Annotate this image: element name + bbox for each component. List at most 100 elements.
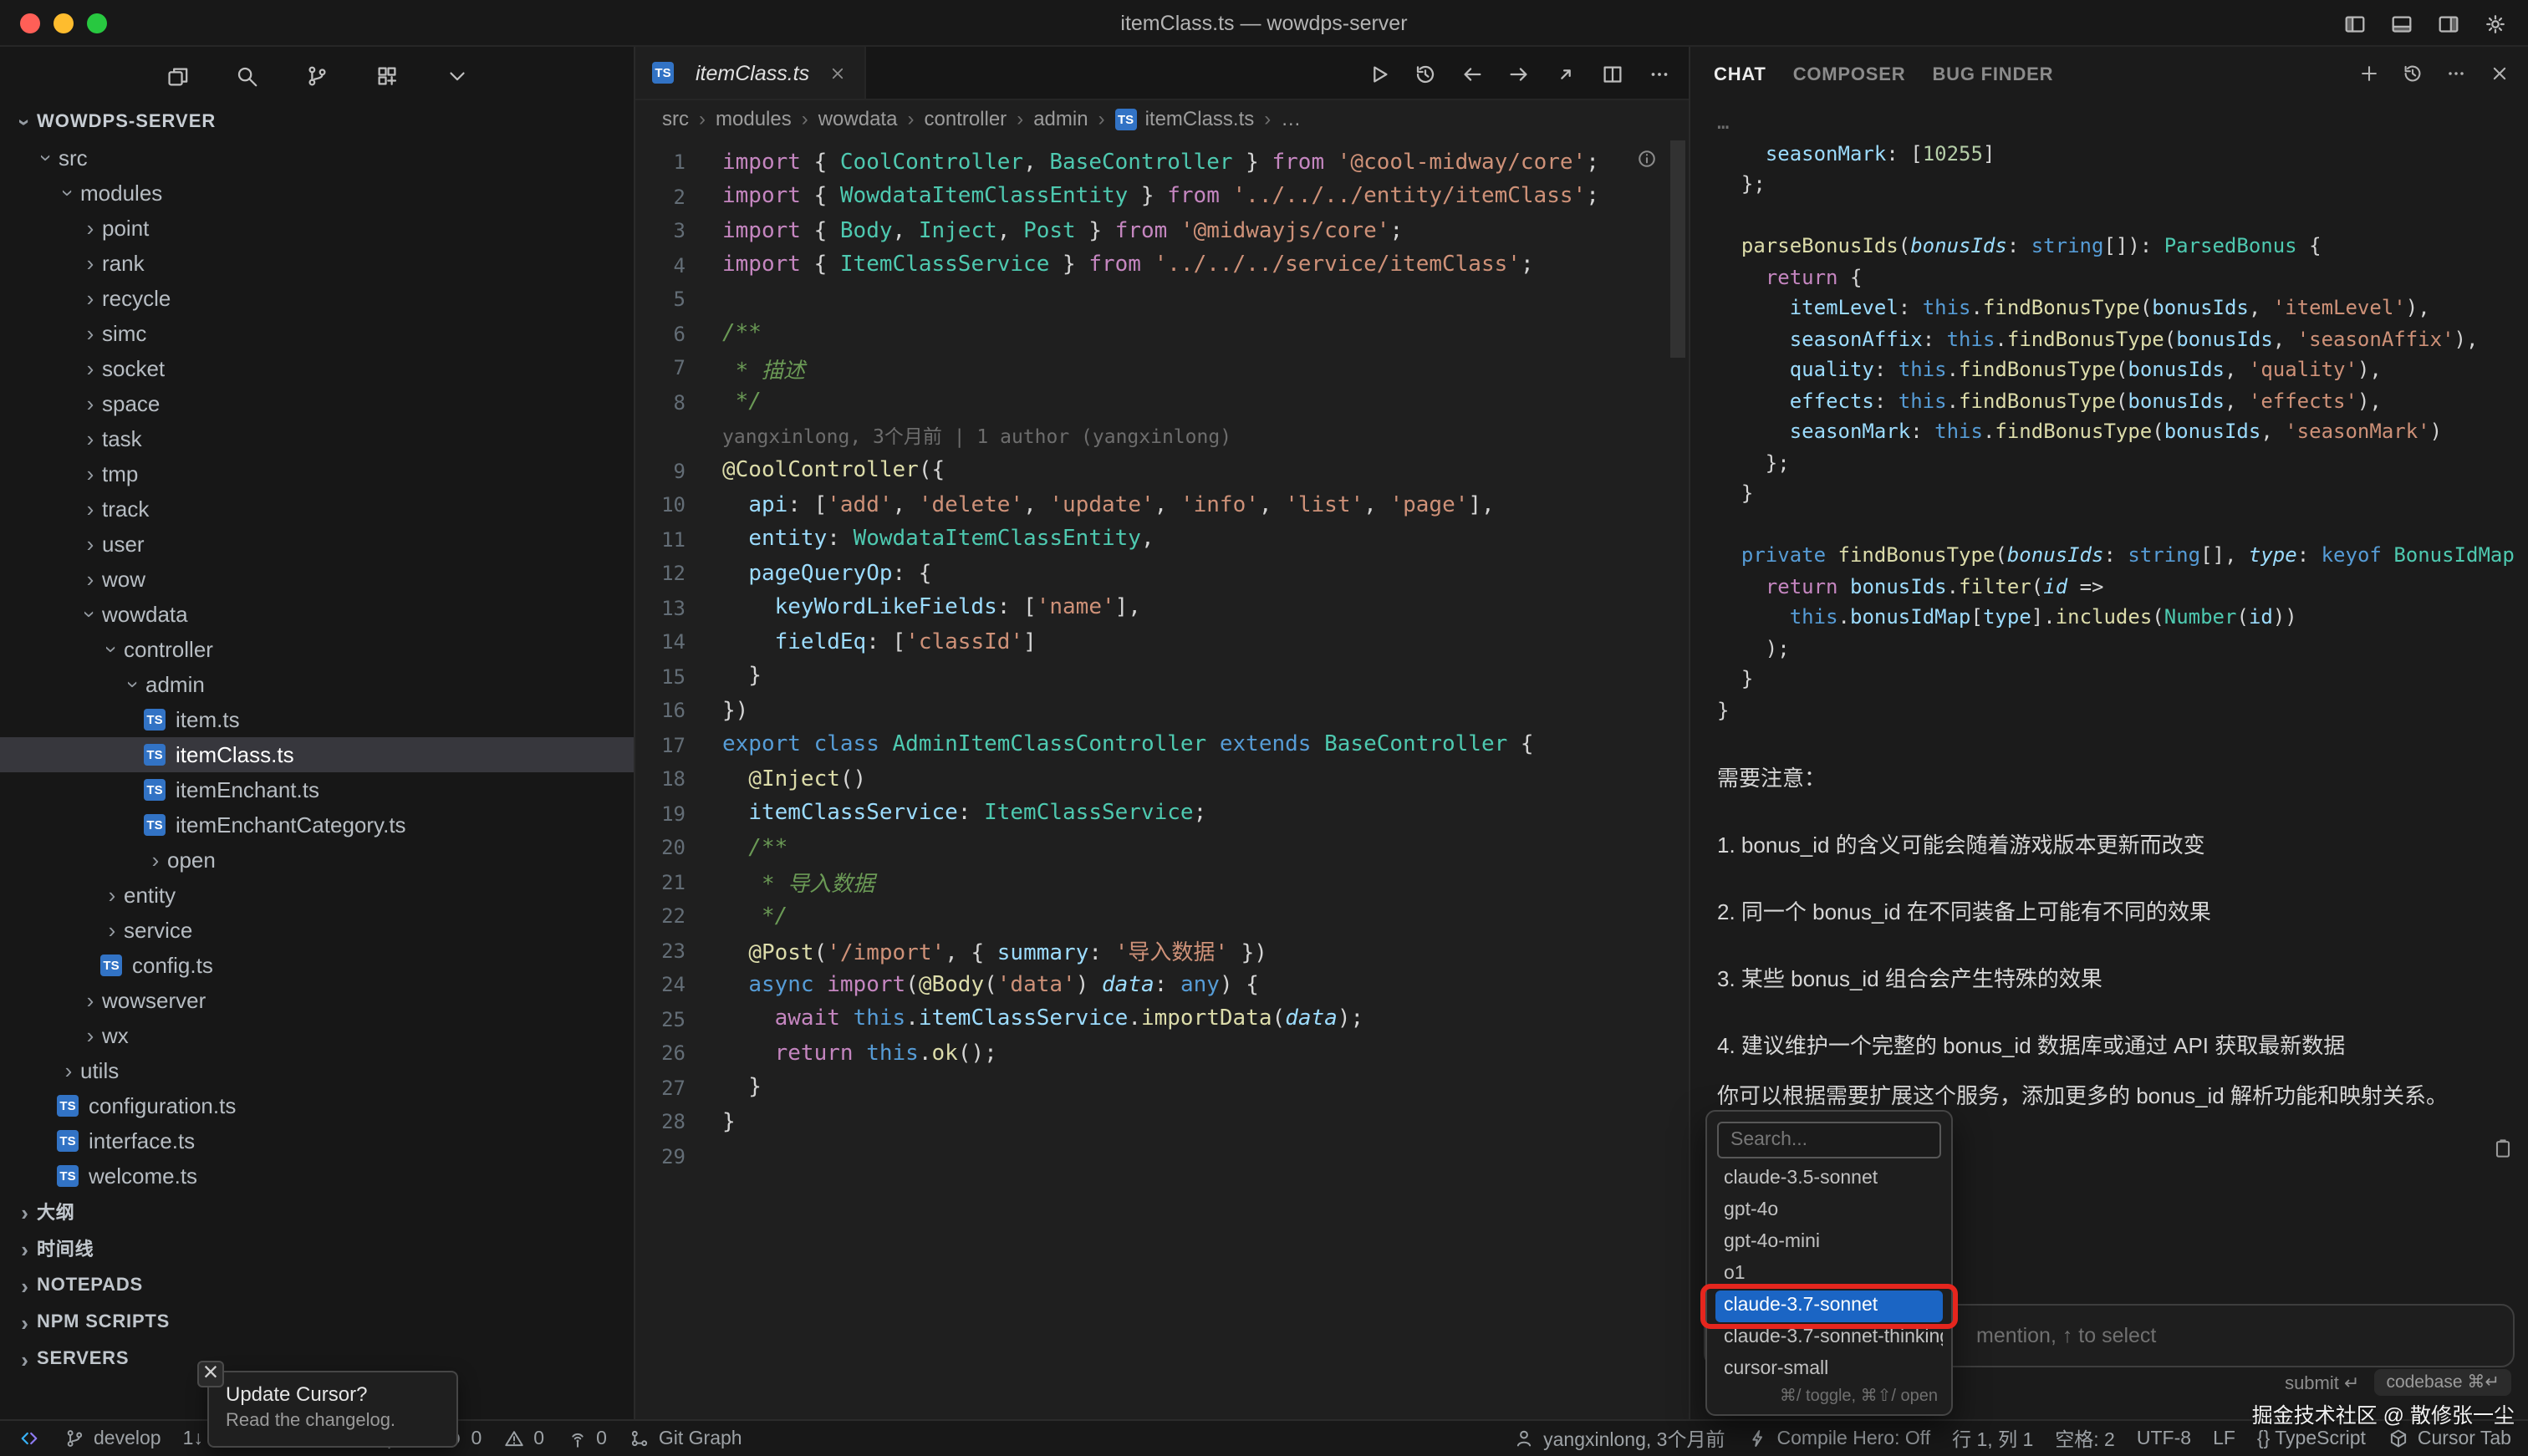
file-item-ts[interactable]: TSitem.ts	[0, 702, 634, 737]
status-cursor-tab[interactable]: Cursor Tab	[2388, 1428, 2511, 1449]
model-option-o1[interactable]: o1	[1715, 1259, 1943, 1291]
tab-bug-finder[interactable]: BUG FINDER	[1932, 65, 2053, 85]
close-tab-icon[interactable]	[828, 63, 848, 83]
section-时间线[interactable]: ›时间线	[0, 1230, 634, 1267]
model-option-claude-3-5-sonnet[interactable]: claude-3.5-sonnet	[1715, 1163, 1943, 1195]
chevron-down-icon[interactable]	[445, 63, 470, 88]
folder-service[interactable]: ›service	[0, 913, 634, 948]
tab-itemclass[interactable]: TS itemClass.ts	[635, 47, 866, 99]
breadcrumb-admin[interactable]: admin	[1033, 107, 1088, 130]
folder-space[interactable]: ›space	[0, 386, 634, 421]
open-changes-icon[interactable]	[1553, 61, 1578, 86]
close-icon[interactable]: ×	[197, 1361, 224, 1387]
play-icon[interactable]	[1366, 61, 1391, 86]
folder-rank[interactable]: ›rank	[0, 246, 634, 281]
source-control-icon[interactable]	[304, 63, 329, 88]
copy-icon[interactable]	[164, 63, 189, 88]
search-icon[interactable]	[234, 63, 259, 88]
file-itemenchant-ts[interactable]: TSitemEnchant.ts	[0, 772, 634, 807]
nav-forward-icon[interactable]	[1506, 61, 1532, 86]
submit-button[interactable]: submit ↵	[2285, 1372, 2359, 1393]
model-option-cursor-small[interactable]: cursor-small	[1715, 1354, 1943, 1386]
file-itemenchantcategory-ts[interactable]: TSitemEnchantCategory.ts	[0, 807, 634, 843]
status-0[interactable]: 0	[503, 1428, 544, 1449]
breadcrumb-modules[interactable]: modules	[716, 107, 792, 130]
tab-composer[interactable]: COMPOSER	[1793, 65, 1906, 85]
code-editor[interactable]: 1import { CoolController, BaseController…	[635, 137, 1689, 1419]
breadcrumb-src[interactable]: src	[662, 107, 689, 130]
status-lf[interactable]: LF	[2213, 1428, 2235, 1448]
model-option-claude-3-7-sonnet[interactable]: claude-3.7-sonnet	[1715, 1291, 1943, 1322]
folder-wx[interactable]: ›wx	[0, 1018, 634, 1053]
history-icon[interactable]	[1413, 61, 1438, 86]
status-typescript[interactable]: {} TypeScript	[2257, 1428, 2366, 1448]
status-0[interactable]: 0	[566, 1428, 607, 1449]
breadcrumb-itemclass-ts[interactable]: TSitemClass.ts	[1115, 107, 1255, 130]
folder-controller[interactable]: ›controller	[0, 632, 634, 667]
status-item[interactable]	[17, 1426, 42, 1451]
status-行-1-列-1[interactable]: 行 1, 列 1	[1952, 1425, 2033, 1452]
folder-utils[interactable]: ›utils	[0, 1053, 634, 1088]
extensions-icon[interactable]	[375, 63, 400, 88]
file-configuration-ts[interactable]: TSconfiguration.ts	[0, 1088, 634, 1123]
breadcrumb-item[interactable]: …	[1281, 107, 1301, 130]
folder-tmp[interactable]: ›tmp	[0, 456, 634, 491]
close-window-button[interactable]	[20, 13, 40, 33]
folder-wowserver[interactable]: ›wowserver	[0, 983, 634, 1018]
nav-back-icon[interactable]	[1460, 61, 1485, 86]
close-icon[interactable]	[828, 63, 848, 83]
codebase-button[interactable]: codebase ⌘↵	[2374, 1369, 2511, 1396]
folder-modules[interactable]: ›modules	[0, 176, 634, 211]
folder-wowdata[interactable]: ›wowdata	[0, 597, 634, 632]
folder-user[interactable]: ›user	[0, 527, 634, 562]
status-compile-hero-off[interactable]: Compile Hero: Off	[1746, 1428, 1930, 1449]
close-icon[interactable]	[2488, 62, 2511, 85]
status-yangxinlong-3个月前[interactable]: yangxinlong, 3个月前	[1513, 1425, 1725, 1452]
folder-point[interactable]: ›point	[0, 211, 634, 246]
clipboard-icon[interactable]	[2491, 1137, 2515, 1160]
status-develop[interactable]: develop	[64, 1428, 161, 1449]
folder-socket[interactable]: ›socket	[0, 351, 634, 386]
folder-open[interactable]: ›open	[0, 843, 634, 878]
breadcrumb-wowdata[interactable]: wowdata	[818, 107, 898, 130]
model-option-gpt-4o-mini[interactable]: gpt-4o-mini	[1715, 1227, 1943, 1259]
folder-wow[interactable]: ›wow	[0, 562, 634, 597]
folder-admin[interactable]: ›admin	[0, 667, 634, 702]
split-icon[interactable]	[1600, 61, 1625, 86]
breadcrumb-controller[interactable]: controller	[924, 107, 1007, 130]
file-config-ts[interactable]: TSconfig.ts	[0, 948, 634, 983]
more-icon[interactable]	[1647, 61, 1672, 86]
folder-simc[interactable]: ›simc	[0, 316, 634, 351]
copy-icon[interactable]	[2491, 1137, 2515, 1160]
history-icon[interactable]	[2401, 62, 2424, 85]
tab-chat[interactable]: CHAT	[1714, 65, 1766, 85]
editor-scrollbar[interactable]	[1670, 140, 1685, 358]
folder-wowdps-server[interactable]: ›WOWDPS-SERVER	[0, 104, 634, 140]
section-大纲[interactable]: ›大纲	[0, 1194, 634, 1230]
minimize-window-button[interactable]	[54, 13, 74, 33]
section-npm-scripts[interactable]: ›NPM SCRIPTS	[0, 1304, 634, 1341]
settings-gear-icon[interactable]	[2483, 11, 2508, 36]
hint-icon[interactable]	[1635, 147, 1659, 171]
model-option-gpt-4o[interactable]: gpt-4o	[1715, 1195, 1943, 1227]
file-welcome-ts[interactable]: TSwelcome.ts	[0, 1158, 634, 1194]
status-utf-8[interactable]: UTF-8	[2137, 1428, 2191, 1448]
toast-body[interactable]: Read the changelog.	[226, 1411, 440, 1431]
model-option-claude-3-7-sonnet-thinking[interactable]: claude-3.7-sonnet-thinking	[1715, 1322, 1943, 1354]
folder-track[interactable]: ›track	[0, 491, 634, 527]
status-git-graph[interactable]: Git Graph	[629, 1428, 742, 1449]
maximize-window-button[interactable]	[87, 13, 107, 33]
model-search-input[interactable]: Search...	[1717, 1122, 1941, 1158]
folder-task[interactable]: ›task	[0, 421, 634, 456]
section-notepads[interactable]: ›NOTEPADS	[0, 1267, 634, 1304]
layout-sidebar-right-icon[interactable]	[2436, 11, 2461, 36]
file-interface-ts[interactable]: TSinterface.ts	[0, 1123, 634, 1158]
layout-panel-icon[interactable]	[2389, 11, 2414, 36]
folder-entity[interactable]: ›entity	[0, 878, 634, 913]
layout-sidebar-icon[interactable]	[2342, 11, 2367, 36]
folder-recycle[interactable]: ›recycle	[0, 281, 634, 316]
plus-icon[interactable]	[2357, 62, 2381, 85]
status-空格-2[interactable]: 空格: 2	[2055, 1425, 2115, 1452]
update-toast[interactable]: × Update Cursor? Read the changelog.	[207, 1371, 458, 1448]
folder-src[interactable]: ›src	[0, 140, 634, 176]
